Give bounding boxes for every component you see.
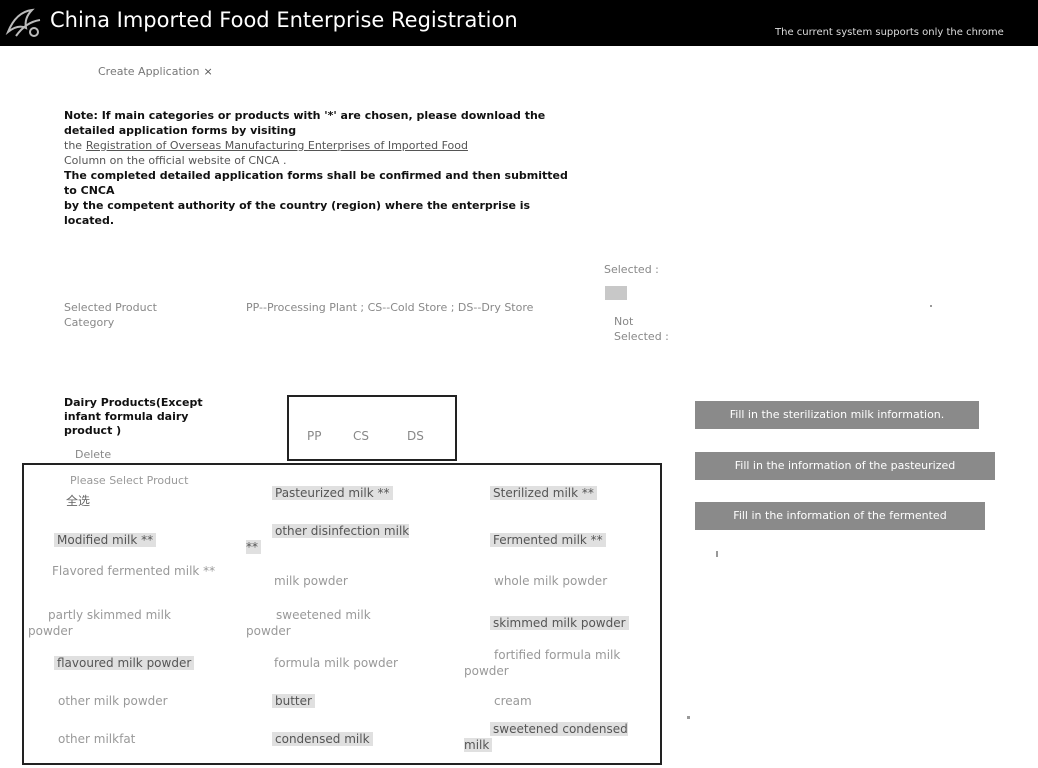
- fill-pasteurized-button[interactable]: Fill in the information of the pasteuriz…: [695, 452, 995, 480]
- app-title: China Imported Food Enterprise Registrat…: [50, 8, 518, 32]
- facility-pp[interactable]: PP: [307, 429, 321, 443]
- product-option[interactable]: flavoured milk powder: [54, 656, 195, 670]
- product-option[interactable]: Modified milk **: [54, 533, 157, 547]
- selected-legend-label: Selected :: [604, 263, 659, 276]
- note-line3: The completed detailed application forms…: [64, 169, 568, 197]
- facility-ds[interactable]: DS: [407, 429, 424, 443]
- application-note: Note: If main categories or products wit…: [64, 108, 574, 228]
- product-option[interactable]: sweetened condensed milk: [464, 722, 628, 752]
- facility-type-box: PP CS DS: [287, 395, 457, 461]
- scan-artifact: [687, 716, 690, 719]
- product-option[interactable]: other milkfat: [58, 731, 135, 747]
- product-option[interactable]: cream: [494, 693, 532, 709]
- registration-link[interactable]: Registration of Overseas Manufacturing E…: [86, 139, 468, 152]
- product-option[interactable]: whole milk powder: [494, 573, 607, 589]
- delete-category-link[interactable]: Delete: [75, 448, 111, 461]
- product-option[interactable]: butter: [272, 694, 315, 708]
- product-option[interactable]: other milk powder: [58, 693, 168, 709]
- app-header: China Imported Food Enterprise Registrat…: [0, 0, 1038, 46]
- product-option[interactable]: Sterilized milk **: [490, 486, 597, 500]
- selected-product-category-label: Selected Product Category: [64, 301, 157, 329]
- logo-icon: [2, 2, 46, 44]
- product-option[interactable]: Fermented milk **: [490, 533, 606, 547]
- note-the: the: [64, 139, 83, 152]
- dairy-category-title: Dairy Products(Except infant formula dai…: [64, 396, 203, 437]
- facility-cs[interactable]: CS: [353, 429, 369, 443]
- close-icon[interactable]: ×: [204, 65, 213, 78]
- product-option[interactable]: milk powder: [274, 573, 348, 589]
- select-all-option[interactable]: 全选: [66, 493, 90, 509]
- scan-artifact: [716, 551, 718, 557]
- selected-legend-chip: [605, 286, 627, 300]
- fill-sterilization-milk-button[interactable]: Fill in the sterilization milk informati…: [695, 401, 979, 429]
- fill-fermented-button[interactable]: Fill in the information of the fermented: [695, 502, 985, 530]
- tab-create-application[interactable]: Create Application ×: [98, 65, 213, 78]
- note-line1: Note: If main categories or products wit…: [64, 109, 546, 137]
- system-support-note: The current system supports only the chr…: [775, 27, 1004, 38]
- product-selection-box: Please Select Product 全选 Pasteurized mil…: [22, 463, 662, 765]
- category-abbreviation-legend: PP--Processing Plant ; CS--Cold Store ; …: [246, 301, 534, 314]
- product-option[interactable]: sweetened milk powder: [246, 607, 396, 639]
- note-line2: Column on the official website of CNCA .: [64, 154, 287, 167]
- tab-label: Create Application: [98, 65, 200, 78]
- product-option[interactable]: condensed milk: [272, 732, 373, 746]
- scan-artifact: [930, 305, 932, 307]
- please-select-product-label: Please Select Product: [70, 474, 189, 487]
- product-option[interactable]: Pasteurized milk **: [272, 486, 393, 500]
- product-option[interactable]: Flavored fermented milk **: [28, 563, 218, 579]
- product-option[interactable]: fortified formula milk powder: [464, 647, 654, 679]
- product-option[interactable]: other disinfection milk **: [246, 524, 410, 554]
- note-line4: by the competent authority of the countr…: [64, 199, 531, 227]
- product-option[interactable]: partly skimmed milk powder: [28, 607, 218, 639]
- not-selected-legend-label: Not Selected :: [614, 315, 669, 343]
- product-option[interactable]: skimmed milk powder: [490, 616, 629, 630]
- product-option[interactable]: formula milk powder: [274, 655, 398, 671]
